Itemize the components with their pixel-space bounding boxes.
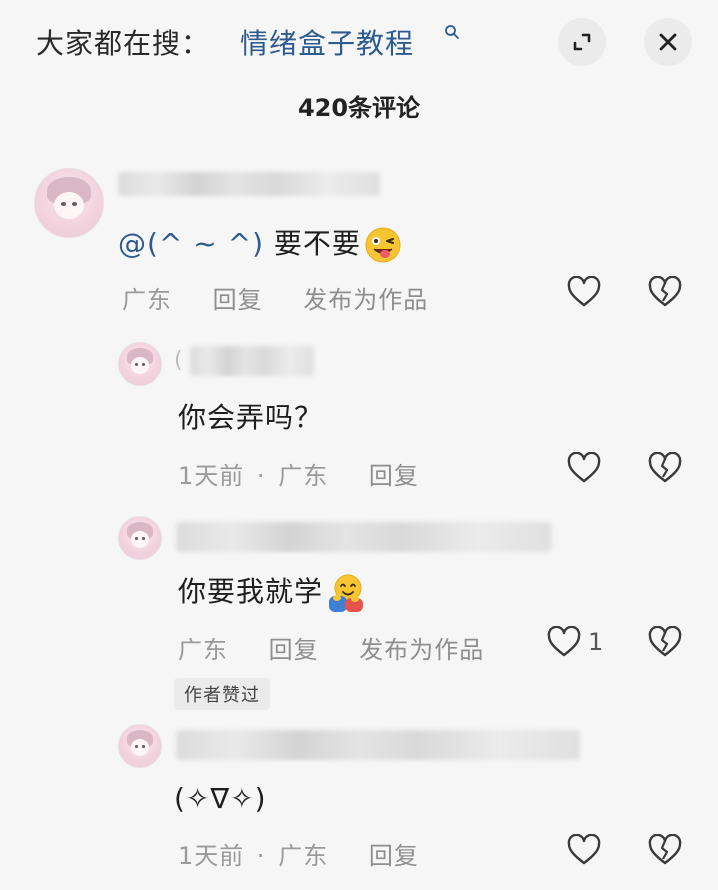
reply-button[interactable]: 回复 <box>213 280 263 315</box>
time-label: 1天前 <box>178 462 245 490</box>
comment-text: 你会弄吗？ <box>178 401 324 434</box>
search-suggestion-link[interactable]: 情绪盒子教程 <box>240 22 414 62</box>
location-label: 广东 <box>278 842 329 870</box>
search-icon[interactable] <box>444 24 460 40</box>
dislike-button[interactable] <box>647 626 683 658</box>
reply-button[interactable]: 回复 <box>269 630 319 665</box>
close-icon <box>659 33 677 51</box>
dislike-button[interactable] <box>647 276 683 308</box>
hugging-emoji <box>325 572 367 614</box>
comment-text: @(^ ~ ^) 要不要 <box>118 222 403 265</box>
expand-icon <box>573 33 591 51</box>
publish-as-work-button[interactable]: 发布为作品 <box>303 280 428 315</box>
broken-heart-icon <box>648 834 682 865</box>
close-button[interactable] <box>644 18 692 66</box>
username-blurred[interactable] <box>118 172 380 196</box>
location-label: 广东 <box>178 636 228 664</box>
mention-link[interactable]: @(^ ~ ^) <box>118 227 264 260</box>
heart-outline-icon <box>567 276 601 307</box>
heart-outline-icon <box>567 834 601 865</box>
avatar[interactable] <box>118 724 162 768</box>
comment-meta: 1天前 · 广东 回复 <box>178 836 419 871</box>
comment-text: 你要我就学 <box>178 570 367 614</box>
comment-text: (✧∇✧) <box>174 782 267 815</box>
comment-meta: 广东 回复 发布为作品 <box>178 630 484 665</box>
avatar[interactable] <box>118 516 162 560</box>
location-label: 广东 <box>122 286 172 314</box>
winking-tongue-emoji <box>363 225 403 265</box>
username-blurred[interactable] <box>176 522 552 552</box>
comment-meta: 广东 回复 发布为作品 <box>122 280 428 315</box>
author-liked-badge: 作者赞过 <box>174 678 270 710</box>
broken-heart-icon <box>648 626 682 657</box>
publish-as-work-button[interactable]: 发布为作品 <box>359 630 484 665</box>
like-count: 1 <box>588 628 604 656</box>
time-label: 1天前 <box>178 842 245 870</box>
like-button[interactable] <box>566 834 602 866</box>
avatar[interactable] <box>34 168 104 238</box>
reply-item: 你要我就学 广东 回复 发布为作品 1 作者赞过 <box>0 510 718 716</box>
username-blurred[interactable] <box>176 730 580 760</box>
heart-outline-icon <box>567 452 601 483</box>
dislike-button[interactable] <box>647 452 683 484</box>
reply-item: ( 你会弄吗？ 1天前 · 广东 回复 <box>0 336 718 496</box>
username-paren: ( <box>174 348 183 373</box>
expand-button[interactable] <box>558 18 606 66</box>
like-button[interactable]: 1 <box>546 626 603 658</box>
like-button[interactable] <box>566 276 602 308</box>
reply-button[interactable]: 回复 <box>369 836 419 871</box>
reply-button[interactable]: 回复 <box>369 456 419 491</box>
comment-item: @(^ ~ ^) 要不要 广东 回复 发布为作品 <box>0 160 718 330</box>
broken-heart-icon <box>648 276 682 307</box>
broken-heart-icon <box>648 452 682 483</box>
search-prefix-label: 大家都在搜： <box>36 27 211 60</box>
heart-outline-icon <box>547 626 581 657</box>
reply-item: (✧∇✧) 1天前 · 广东 回复 <box>0 718 718 888</box>
dislike-button[interactable] <box>647 834 683 866</box>
avatar[interactable] <box>118 342 162 386</box>
location-label: 广东 <box>278 462 329 490</box>
username-blurred[interactable] <box>190 346 314 376</box>
top-bar: 大家都在搜： 情绪盒子教程 420条评论 <box>0 0 718 122</box>
like-button[interactable] <box>566 452 602 484</box>
comment-count: 420条评论 <box>297 94 421 122</box>
comment-meta: 1天前 · 广东 回复 <box>178 456 419 491</box>
